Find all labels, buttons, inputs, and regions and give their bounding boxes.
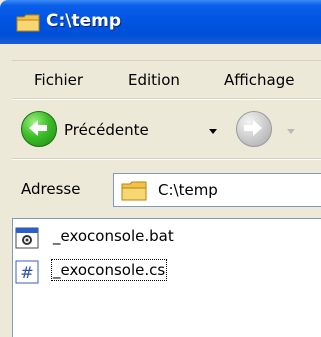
forward-button[interactable] — [236, 111, 272, 147]
back-button[interactable] — [21, 111, 57, 147]
menu-top-divider — [12, 60, 321, 61]
address-label: Adresse — [21, 180, 81, 198]
forward-arrow-icon — [244, 120, 262, 136]
forward-dropdown-icon[interactable] — [287, 129, 295, 134]
menu-item-affichage[interactable]: Affichage — [224, 71, 294, 89]
batch-file-icon — [15, 227, 39, 249]
back-dropdown-icon[interactable] — [209, 129, 217, 134]
window-title: C:\temp — [46, 11, 122, 31]
csharp-file-icon: # — [15, 260, 39, 284]
file-list[interactable]: _exoconsole.bat # _exoconsole.cs — [12, 218, 321, 337]
folder-icon — [16, 14, 40, 32]
menu-item-fichier[interactable]: Fichier — [34, 71, 83, 89]
title-bar[interactable]: C:\temp — [0, 0, 321, 44]
back-button-label[interactable]: Précédente — [64, 121, 149, 139]
explorer-window: C:\temp Fichier Edition Affichage Précéd… — [0, 0, 321, 337]
file-name[interactable]: _exoconsole.bat — [53, 227, 174, 245]
svg-text:#: # — [20, 263, 33, 282]
address-value[interactable]: C:\temp — [158, 181, 218, 199]
file-name[interactable]: _exoconsole.cs — [50, 259, 168, 281]
address-field[interactable]: C:\temp — [113, 173, 321, 207]
toolbar-bottom-highlight — [12, 159, 321, 160]
back-arrow-icon — [29, 120, 47, 136]
menu-bottom-highlight — [12, 99, 321, 100]
menu-item-edition[interactable]: Edition — [128, 71, 180, 89]
folder-icon — [121, 181, 147, 201]
